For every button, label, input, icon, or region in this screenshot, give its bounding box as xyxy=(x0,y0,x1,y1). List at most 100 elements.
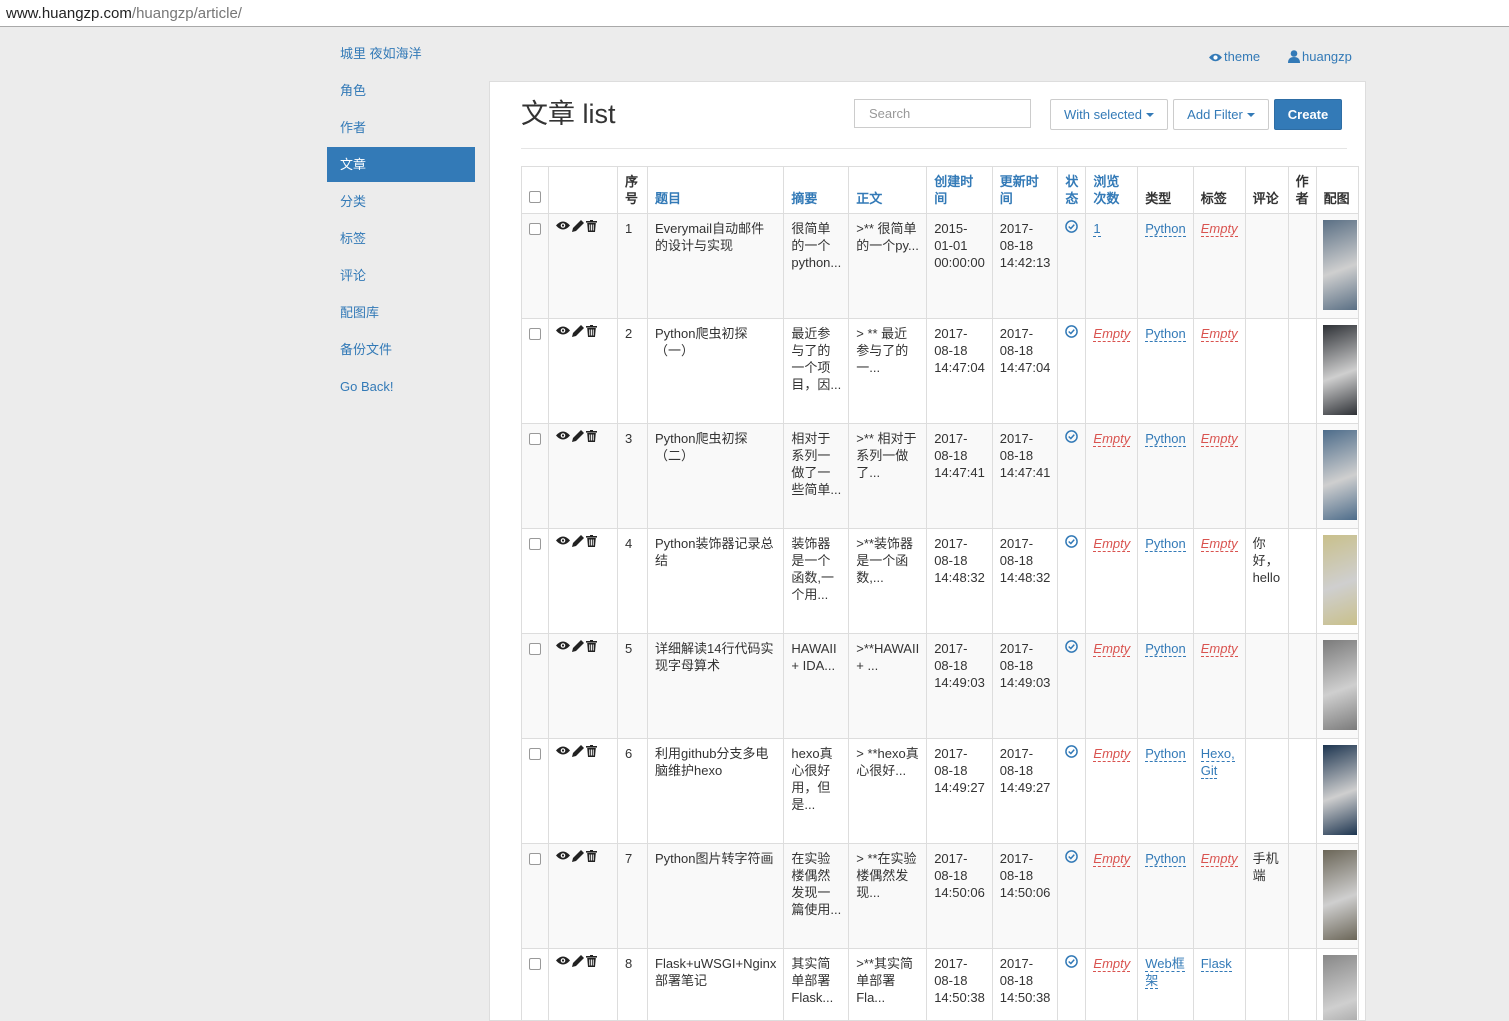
cell-tags[interactable]: Empty xyxy=(1193,214,1245,319)
cell-views[interactable]: Empty xyxy=(1086,529,1138,634)
type-editable[interactable]: Python xyxy=(1145,746,1185,762)
row-select-cell[interactable] xyxy=(522,739,549,844)
sidebar-item[interactable]: 备份文件 xyxy=(327,332,475,367)
delete-trash-icon[interactable] xyxy=(586,325,597,337)
cell-views[interactable]: Empty xyxy=(1086,634,1138,739)
status-check-icon[interactable] xyxy=(1065,430,1078,443)
type-editable[interactable]: Python xyxy=(1145,326,1185,342)
tags-editable[interactable]: Hexo, Git xyxy=(1201,746,1235,779)
edit-pencil-icon[interactable] xyxy=(572,430,584,442)
edit-pencil-icon[interactable] xyxy=(572,325,584,337)
cell-tags[interactable]: Empty xyxy=(1193,844,1245,949)
cell-type[interactable]: Python xyxy=(1138,634,1193,739)
select-all-checkbox[interactable] xyxy=(529,191,541,203)
tags-editable[interactable]: Empty xyxy=(1201,536,1238,552)
edit-pencil-icon[interactable] xyxy=(572,640,584,652)
row-select-cell[interactable] xyxy=(522,529,549,634)
status-check-icon[interactable] xyxy=(1065,325,1078,338)
row-checkbox[interactable] xyxy=(529,223,541,235)
view-eye-icon[interactable] xyxy=(556,220,570,231)
cell-views[interactable]: Empty xyxy=(1086,319,1138,424)
delete-trash-icon[interactable] xyxy=(586,955,597,967)
sidebar-item[interactable]: 配图库 xyxy=(327,295,475,330)
delete-trash-icon[interactable] xyxy=(586,640,597,652)
cell-tags[interactable]: Empty xyxy=(1193,529,1245,634)
cell-tags[interactable]: Empty xyxy=(1193,634,1245,739)
row-select-cell[interactable] xyxy=(522,949,549,1021)
view-eye-icon[interactable] xyxy=(556,850,570,861)
cell-tags[interactable]: Flask xyxy=(1193,949,1245,1021)
delete-trash-icon[interactable] xyxy=(586,850,597,862)
views-editable[interactable]: Empty xyxy=(1093,536,1130,552)
tags-editable[interactable]: Empty xyxy=(1201,431,1238,447)
type-editable[interactable]: Python xyxy=(1145,851,1185,867)
view-eye-icon[interactable] xyxy=(556,745,570,756)
edit-pencil-icon[interactable] xyxy=(572,745,584,757)
address-bar[interactable]: www.huangzp.com/huangzp/article/ xyxy=(0,0,1509,27)
views-editable[interactable]: Empty xyxy=(1093,851,1130,867)
type-editable[interactable]: Web框架 xyxy=(1145,956,1185,989)
user-link[interactable]: huangzp xyxy=(1288,49,1352,64)
delete-trash-icon[interactable] xyxy=(586,535,597,547)
tags-editable[interactable]: Empty xyxy=(1201,221,1238,237)
views-editable[interactable]: Empty xyxy=(1093,326,1130,342)
views-editable[interactable]: 1 xyxy=(1093,221,1100,237)
col-header-created[interactable]: 创建时间 xyxy=(927,167,993,214)
sidebar-item[interactable]: 作者 xyxy=(327,110,475,145)
row-checkbox[interactable] xyxy=(529,538,541,550)
status-check-icon[interactable] xyxy=(1065,220,1078,233)
col-header-views[interactable]: 浏览次数 xyxy=(1086,167,1138,214)
cell-views[interactable]: Empty xyxy=(1086,844,1138,949)
sidebar-item[interactable]: 分类 xyxy=(327,184,475,219)
row-checkbox[interactable] xyxy=(529,433,541,445)
row-checkbox[interactable] xyxy=(529,958,541,970)
row-checkbox[interactable] xyxy=(529,853,541,865)
delete-trash-icon[interactable] xyxy=(586,220,597,232)
row-select-cell[interactable] xyxy=(522,214,549,319)
row-select-cell[interactable] xyxy=(522,844,549,949)
col-header-updated[interactable]: 更新时间 xyxy=(992,167,1058,214)
col-header-status[interactable]: 状态 xyxy=(1058,167,1086,214)
type-editable[interactable]: Python xyxy=(1145,221,1185,237)
cell-type[interactable]: Web框架 xyxy=(1138,949,1193,1021)
views-editable[interactable]: Empty xyxy=(1093,746,1130,762)
cell-status[interactable] xyxy=(1058,844,1086,949)
edit-pencil-icon[interactable] xyxy=(572,955,584,967)
cell-type[interactable]: Python xyxy=(1138,319,1193,424)
sidebar-item[interactable]: 角色 xyxy=(327,73,475,108)
type-editable[interactable]: Python xyxy=(1145,431,1185,447)
search-input[interactable]: Search xyxy=(854,99,1031,128)
views-editable[interactable]: Empty xyxy=(1093,641,1130,657)
url-text[interactable]: www.huangzp.com/huangzp/article/ xyxy=(6,5,242,22)
cell-type[interactable]: Python xyxy=(1138,214,1193,319)
tags-editable[interactable]: Empty xyxy=(1201,641,1238,657)
status-check-icon[interactable] xyxy=(1065,955,1078,968)
select-all-cell[interactable] xyxy=(522,167,549,214)
with-selected-button[interactable]: With selected xyxy=(1050,99,1168,130)
cell-status[interactable] xyxy=(1058,634,1086,739)
sidebar-item[interactable]: 城里 夜如海洋 xyxy=(327,36,475,71)
add-filter-button[interactable]: Add Filter xyxy=(1173,99,1269,130)
cell-tags[interactable]: Empty xyxy=(1193,424,1245,529)
view-eye-icon[interactable] xyxy=(556,325,570,336)
row-checkbox[interactable] xyxy=(529,328,541,340)
views-editable[interactable]: Empty xyxy=(1093,431,1130,447)
type-editable[interactable]: Python xyxy=(1145,536,1185,552)
col-header-title[interactable]: 题目 xyxy=(648,167,784,214)
sidebar-item[interactable]: 标签 xyxy=(327,221,475,256)
cell-views[interactable]: Empty xyxy=(1086,424,1138,529)
delete-trash-icon[interactable] xyxy=(586,745,597,757)
row-checkbox[interactable] xyxy=(529,643,541,655)
tags-editable[interactable]: Empty xyxy=(1201,326,1238,342)
status-check-icon[interactable] xyxy=(1065,745,1078,758)
view-eye-icon[interactable] xyxy=(556,430,570,441)
row-select-cell[interactable] xyxy=(522,424,549,529)
cell-tags[interactable]: Hexo, Git xyxy=(1193,739,1245,844)
cell-views[interactable]: 1 xyxy=(1086,214,1138,319)
status-check-icon[interactable] xyxy=(1065,535,1078,548)
row-select-cell[interactable] xyxy=(522,319,549,424)
status-check-icon[interactable] xyxy=(1065,850,1078,863)
cell-type[interactable]: Python xyxy=(1138,529,1193,634)
cell-type[interactable]: Python xyxy=(1138,844,1193,949)
cell-status[interactable] xyxy=(1058,214,1086,319)
